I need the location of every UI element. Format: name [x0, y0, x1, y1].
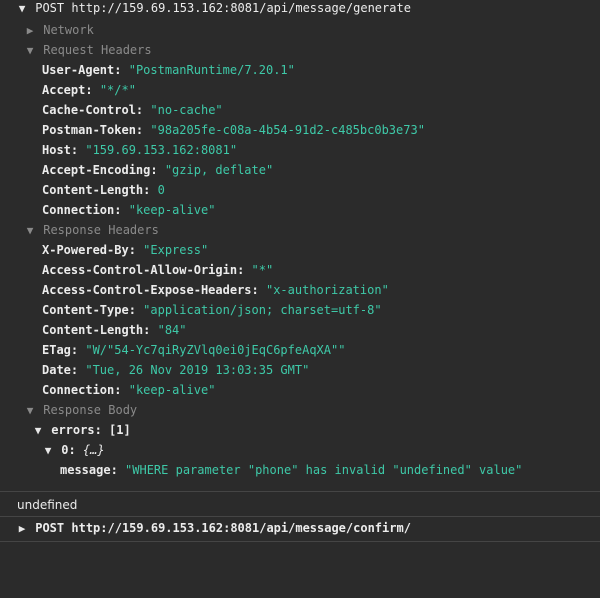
console-divider	[0, 491, 600, 492]
request-method: POST	[35, 1, 65, 15]
header-key: Access-Control-Expose-Headers:	[42, 283, 259, 297]
request-header-row: Cache-Control: "no-cache"	[42, 100, 223, 120]
console-divider	[0, 541, 600, 542]
header-key: User-Agent:	[42, 63, 122, 77]
header-value: "W/"54-Yc7qiRyZVlq0ei0jEqC6pfeAqXA""	[85, 343, 346, 357]
chevron-down-icon[interactable]: ▼	[24, 401, 36, 421]
body-item-row[interactable]: ▼ 0: {…}	[42, 440, 105, 460]
header-key: Accept:	[42, 83, 93, 97]
section-network[interactable]: ▶ Network	[24, 20, 94, 40]
header-value: "Tue, 26 Nov 2019 13:03:35 GMT"	[85, 363, 310, 377]
chevron-right-icon[interactable]: ▶	[16, 519, 28, 539]
section-request-headers[interactable]: ▼ Request Headers	[24, 40, 152, 60]
body-message-row: message: "WHERE parameter "phone" has in…	[60, 460, 522, 480]
header-key: Content-Type:	[42, 303, 136, 317]
response-header-row: Date: "Tue, 26 Nov 2019 13:03:35 GMT"	[42, 360, 309, 380]
header-key: Accept-Encoding:	[42, 163, 158, 177]
header-key: Cache-Control:	[42, 103, 144, 117]
section-response-headers-label: Response Headers	[43, 223, 159, 237]
header-key: Postman-Token:	[42, 123, 144, 137]
request-method: POST	[35, 521, 65, 535]
header-key: Host:	[42, 143, 79, 157]
request-row-confirm[interactable]: ▶ POST http://159.69.153.162:8081/api/me…	[16, 518, 411, 538]
request-header-row: Postman-Token: "98a205fe-c08a-4b54-91d2-…	[42, 120, 425, 140]
header-key: Connection:	[42, 383, 122, 397]
header-value: "Express"	[143, 243, 209, 257]
section-network-label: Network	[43, 23, 94, 37]
header-key: Date:	[42, 363, 79, 377]
header-key: Content-Length:	[42, 323, 151, 337]
request-row-generate[interactable]: ▼ POST http://159.69.153.162:8081/api/me…	[16, 0, 411, 18]
header-key: Connection:	[42, 203, 122, 217]
request-header-row: Accept: "*/*"	[42, 80, 136, 100]
header-key: Content-Length:	[42, 183, 151, 197]
chevron-down-icon[interactable]: ▼	[24, 221, 36, 241]
section-request-headers-label: Request Headers	[43, 43, 152, 57]
body-errors-row[interactable]: ▼ errors: [1]	[32, 420, 131, 440]
item-key: 0:	[61, 443, 76, 457]
request-header-row: Host: "159.69.153.162:8081"	[42, 140, 237, 160]
response-header-row: Access-Control-Expose-Headers: "x-author…	[42, 280, 389, 300]
request-header-row: Connection: "keep-alive"	[42, 200, 215, 220]
chevron-down-icon[interactable]: ▼	[24, 41, 36, 61]
console-divider	[0, 516, 600, 517]
console-output: undefined	[17, 498, 78, 512]
response-header-row: Content-Length: "84"	[42, 320, 187, 340]
chevron-down-icon[interactable]: ▼	[16, 0, 28, 19]
message-key: message:	[60, 463, 118, 477]
message-value: "WHERE parameter "phone" has invalid "un…	[125, 463, 523, 477]
section-response-body-label: Response Body	[43, 403, 138, 417]
response-header-row: Content-Type: "application/json; charset…	[42, 300, 382, 320]
errors-count: [1]	[109, 423, 131, 437]
response-header-row: X-Powered-By: "Express"	[42, 240, 208, 260]
header-value: "84"	[157, 323, 187, 337]
header-value: "keep-alive"	[128, 203, 216, 217]
request-url: http://159.69.153.162:8081/api/message/g…	[71, 1, 411, 15]
section-response-headers[interactable]: ▼ Response Headers	[24, 220, 159, 240]
errors-key: errors:	[51, 423, 102, 437]
header-key: X-Powered-By:	[42, 243, 136, 257]
header-value: "*"	[251, 263, 274, 277]
header-key: ETag:	[42, 343, 79, 357]
request-header-row: Content-Length: 0	[42, 180, 165, 200]
header-value: "application/json; charset=utf-8"	[143, 303, 382, 317]
header-value: "x-authorization"	[265, 283, 389, 297]
header-value: "*/*"	[99, 83, 136, 97]
header-value: "no-cache"	[150, 103, 223, 117]
header-value: "98a205fe-c08a-4b54-91d2-c485bc0b3e73"	[150, 123, 425, 137]
header-value: "keep-alive"	[128, 383, 216, 397]
response-header-row: Connection: "keep-alive"	[42, 380, 215, 400]
header-value: 0	[157, 183, 165, 197]
request-header-row: Accept-Encoding: "gzip, deflate"	[42, 160, 273, 180]
section-response-body[interactable]: ▼ Response Body	[24, 400, 137, 420]
request-header-row: User-Agent: "PostmanRuntime/7.20.1"	[42, 60, 295, 80]
chevron-down-icon[interactable]: ▼	[42, 441, 54, 461]
header-value: "gzip, deflate"	[164, 163, 274, 177]
header-key: Access-Control-Allow-Origin:	[42, 263, 245, 277]
item-preview: {…}	[82, 443, 105, 457]
request-url: http://159.69.153.162:8081/api/message/c…	[71, 521, 411, 535]
response-header-row: Access-Control-Allow-Origin: "*"	[42, 260, 273, 280]
header-value: "159.69.153.162:8081"	[85, 143, 238, 157]
header-value: "PostmanRuntime/7.20.1"	[128, 63, 295, 77]
response-header-row: ETag: "W/"54-Yc7qiRyZVlq0ei0jEqC6pfeAqXA…	[42, 340, 345, 360]
chevron-right-icon[interactable]: ▶	[24, 21, 36, 41]
chevron-down-icon[interactable]: ▼	[32, 421, 44, 441]
